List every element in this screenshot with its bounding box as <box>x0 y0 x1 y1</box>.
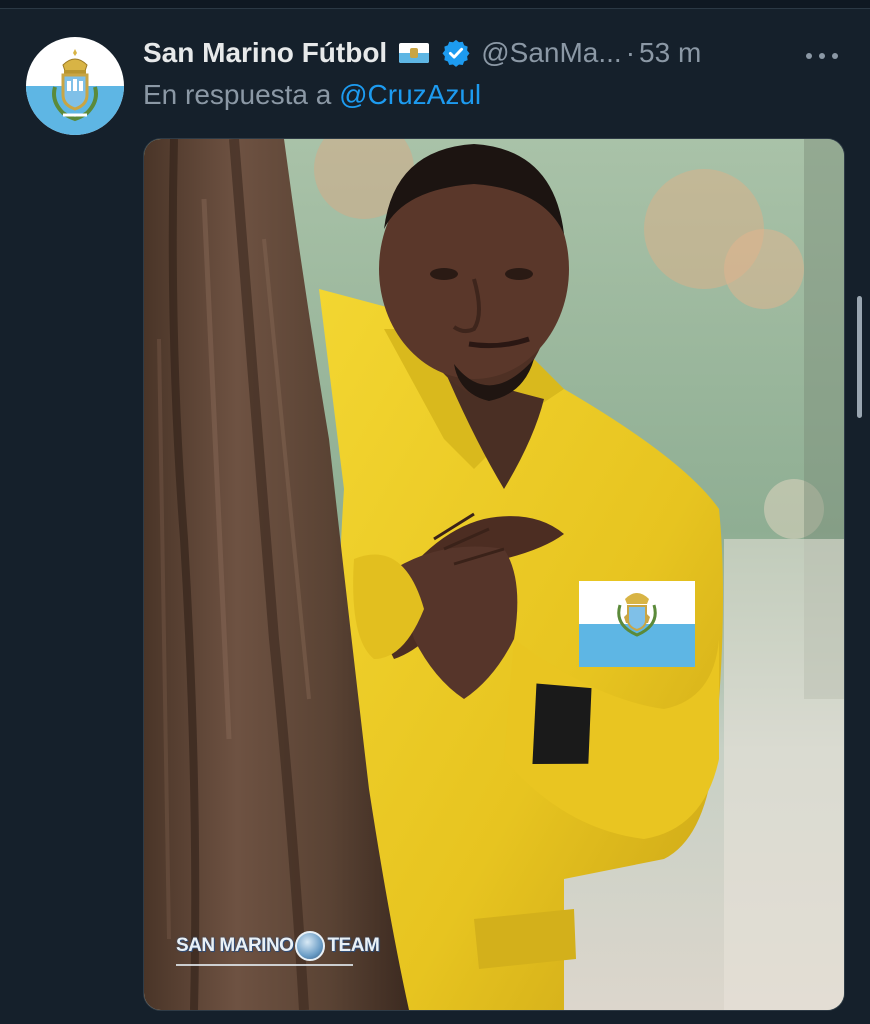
san-marino-flag-sticker <box>579 581 695 667</box>
tweet-time[interactable]: 53 m <box>639 37 701 69</box>
coat-of-arms-icon <box>52 49 98 122</box>
display-name[interactable]: San Marino Fútbol <box>143 37 387 69</box>
verified-badge-icon[interactable] <box>441 38 471 68</box>
tweet-header: San Marino Fútbol @SanMa... · 53 m <box>143 33 701 73</box>
reply-context: En respuesta a @CruzAzul <box>143 79 481 111</box>
football-icon <box>295 931 326 961</box>
meme-photo <box>144 139 844 1010</box>
tweet[interactable]: San Marino Fútbol @SanMa... · 53 m En re… <box>0 9 870 1024</box>
reply-mention-link[interactable]: @CruzAzul <box>339 79 481 110</box>
watermark-text-right: TEAM <box>327 935 380 956</box>
scrollbar-thumb[interactable] <box>857 296 862 418</box>
top-divider <box>0 0 870 9</box>
more-options-icon[interactable] <box>800 43 844 69</box>
reply-prefix: En respuesta a <box>143 79 332 110</box>
san-marino-team-watermark: SAN MARINO TEAM <box>176 929 380 963</box>
watermark-underline <box>176 964 353 966</box>
author-handle[interactable]: @SanMa... <box>481 37 621 69</box>
avatar[interactable] <box>26 37 124 135</box>
separator-dot: · <box>625 37 636 68</box>
watermark-text-left: SAN MARINO <box>176 935 294 956</box>
tweet-media-image[interactable]: SAN MARINO TEAM <box>143 138 845 1011</box>
san-marino-flag-icon <box>399 43 430 63</box>
